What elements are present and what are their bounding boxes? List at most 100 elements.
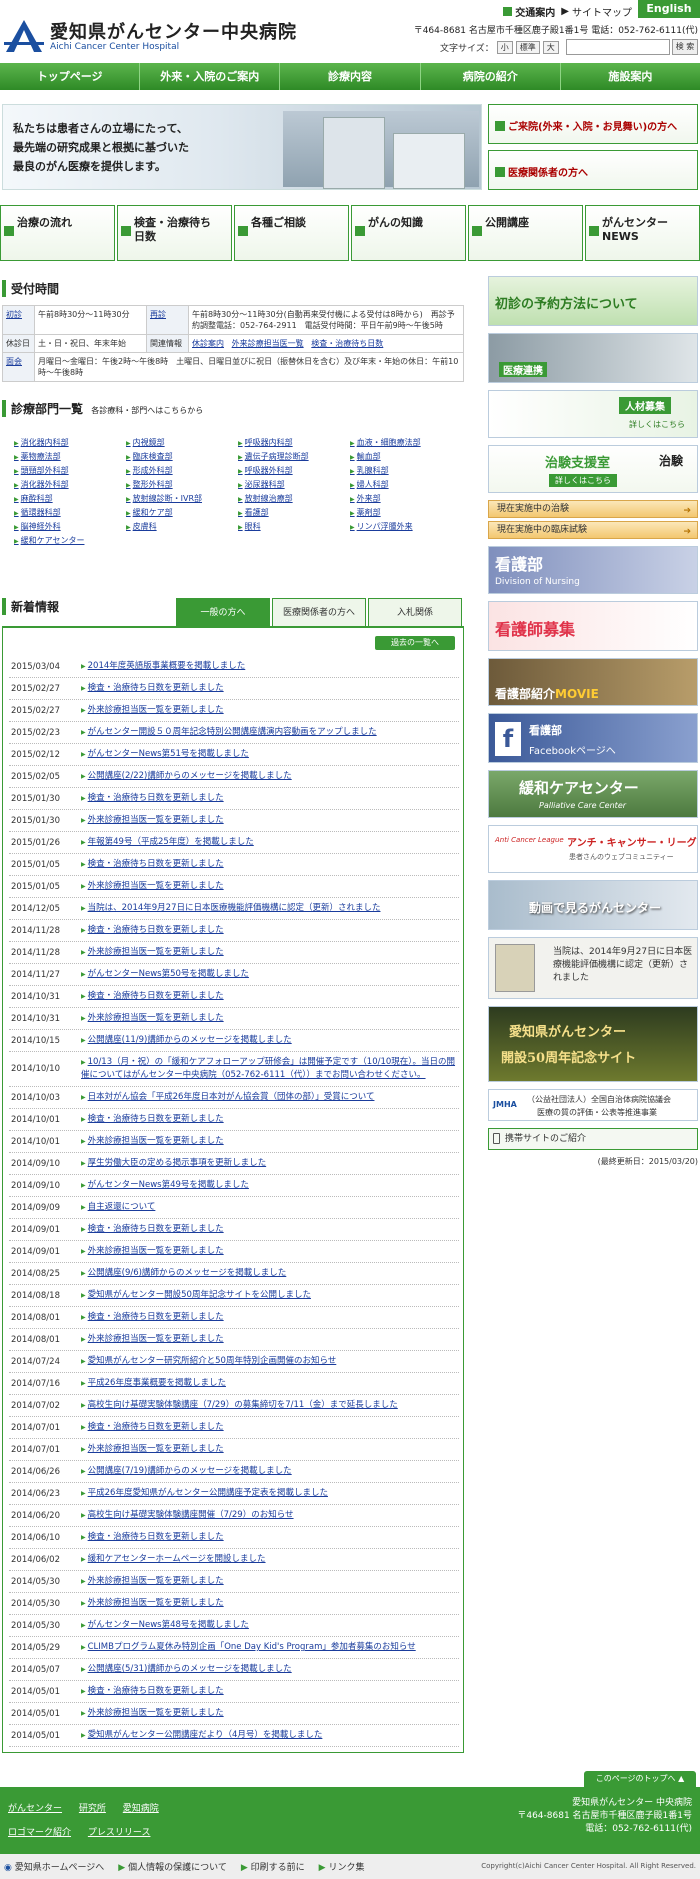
news-link[interactable]: 自主返還について	[81, 1202, 156, 1212]
department-link[interactable]: 脳神経外科	[14, 522, 61, 531]
department-link[interactable]: 呼吸器内科部	[238, 438, 293, 447]
news-link[interactable]: 愛知県がんセンター研究所紹介と50周年特別企画開催のお知らせ	[81, 1356, 337, 1366]
facebook-banner[interactable]: f 看護部 Facebookページへ	[488, 713, 698, 763]
footer-link-press[interactable]: プレスリリース	[88, 1828, 151, 1838]
news-link[interactable]: がんセンターNews第48号を掲載しました	[81, 1620, 249, 1630]
department-link[interactable]: 血液・細胞療法部	[350, 438, 421, 447]
font-size-standard-button[interactable]: 標準	[515, 41, 540, 54]
news-link[interactable]: 検査・治療待ち日数を更新しました	[81, 1224, 224, 1234]
nursing-division-banner[interactable]: 看護部 Division of Nursing	[488, 546, 698, 594]
department-link[interactable]: 内視鏡部	[126, 438, 165, 447]
clinical-trial-support-banner[interactable]: 治験支援室 治験 詳しくはこちら	[488, 445, 698, 493]
department-link[interactable]: 皮膚科	[126, 522, 157, 531]
department-link[interactable]: 臨床検査部	[126, 452, 173, 461]
news-link[interactable]: 年報第49号（平成25年度）を掲載しました	[81, 837, 254, 847]
news-link[interactable]: 検査・治療待ち日数を更新しました	[81, 1114, 224, 1124]
news-link[interactable]: 愛知県がんセンター開設50周年記念サイトを公開しました	[81, 1290, 311, 1300]
department-link[interactable]: 泌尿器科部	[238, 480, 285, 489]
tab-bidding[interactable]: 入札関係	[368, 598, 462, 626]
department-link[interactable]: 輸血部	[350, 452, 381, 461]
nav-about[interactable]: 病院の紹介	[421, 63, 561, 90]
archive-button[interactable]: 過去の一覧へ	[375, 636, 455, 650]
news-link[interactable]: 日本対がん協会「平成26年度日本対がん協会賞（団体の部）」受賞について	[81, 1092, 375, 1102]
department-link[interactable]: 麻酔科部	[14, 494, 53, 503]
tile-news[interactable]: がんセンターNEWS	[585, 205, 700, 261]
news-link[interactable]: 公開講座(5/31)講師からのメッセージを掲載しました	[81, 1664, 292, 1674]
nav-outpatient[interactable]: 外来・入院のご案内	[140, 63, 281, 90]
search-input[interactable]	[566, 39, 670, 55]
department-link[interactable]: 外来部	[350, 494, 381, 503]
department-link[interactable]: 緩和ケア部	[126, 508, 173, 517]
department-link[interactable]: 循環器科部	[14, 508, 61, 517]
doctor-schedule-link[interactable]: 外来診療担当医一覧	[232, 339, 304, 348]
news-link[interactable]: がんセンターNews第49号を掲載しました	[81, 1180, 249, 1190]
news-link[interactable]: 検査・治療待ち日数を更新しました	[81, 1312, 224, 1322]
anti-cancer-league-banner[interactable]: Anti Cancer League アンチ・キャンサー・リーグ 患者さんのウェ…	[488, 825, 698, 873]
tile-cancer-knowledge[interactable]: がんの知識	[351, 205, 466, 261]
department-link[interactable]: 婦人科部	[350, 480, 389, 489]
tab-medical[interactable]: 医療関係者の方へ	[272, 598, 366, 626]
font-size-large-button[interactable]: 大	[542, 41, 559, 54]
access-link[interactable]: 交通案内	[503, 4, 555, 19]
news-link[interactable]: 検査・治療待ち日数を更新しました	[81, 1532, 224, 1542]
mobile-site-link[interactable]: 携帯サイトのご紹介	[488, 1128, 698, 1150]
font-size-small-button[interactable]: 小	[496, 41, 513, 54]
department-link[interactable]: 遺伝子病理診断部	[238, 452, 309, 461]
news-link[interactable]: 緩和ケアセンターホームページを開設しました	[81, 1554, 266, 1564]
department-link[interactable]: 消化器外科部	[14, 480, 69, 489]
news-link[interactable]: 外来診療担当医一覧を更新しました	[81, 1334, 224, 1344]
search-button[interactable]: 検 索	[672, 39, 698, 55]
recruitment-banner[interactable]: 人材募集 詳しくはこちら	[488, 390, 698, 438]
news-link[interactable]: 外来診療担当医一覧を更新しました	[81, 947, 224, 957]
nav-facilities[interactable]: 施設案内	[561, 63, 700, 90]
visitors-button[interactable]: ご来院(外来・入院・お見舞い)の方へ	[488, 104, 698, 144]
department-link[interactable]: リンパ浮腫外来	[350, 522, 413, 531]
footer-link-print[interactable]: ▶ 印刷する前に	[241, 1860, 305, 1873]
news-link[interactable]: がんセンターNews第51号を掲載しました	[81, 749, 249, 759]
news-link[interactable]: 平成26年度事業概要を掲載しました	[81, 1378, 226, 1388]
site-logo[interactable]: 愛知県がんセンター中央病院 Aichi Cancer Center Hospit…	[4, 14, 304, 58]
nursing-movie-banner[interactable]: 看護部紹介MOVIE	[488, 658, 698, 706]
department-link[interactable]: 放射線治療部	[238, 494, 293, 503]
news-link[interactable]: 愛知県がんセンター公開講座だより（4月号）を掲載しました	[81, 1730, 323, 1740]
news-link[interactable]: 外来診療担当医一覧を更新しました	[81, 1246, 224, 1256]
department-link[interactable]: 頭頸部外科部	[14, 466, 69, 475]
footer-link-prefecture[interactable]: ◉ 愛知県ホームページへ	[4, 1860, 104, 1873]
news-link[interactable]: 当院は、2014年9月27日に日本医療機能評価機構に認定（更新）されました	[81, 903, 381, 913]
news-link[interactable]: 公開講座(9/6)講師からのメッセージを掲載しました	[81, 1268, 287, 1278]
footer-link-logo[interactable]: ロゴマーク紹介	[8, 1828, 71, 1838]
news-link[interactable]: 外来診療担当医一覧を更新しました	[81, 1598, 224, 1608]
department-link[interactable]: 看護部	[238, 508, 269, 517]
news-link[interactable]: 公開講座(11/9)講師からのメッセージを掲載しました	[81, 1035, 292, 1045]
department-link[interactable]: 放射線診断・IVR部	[126, 494, 202, 503]
medical-professionals-button[interactable]: 医療関係者の方へ	[488, 150, 698, 190]
news-link[interactable]: 検査・治療待ち日数を更新しました	[81, 859, 224, 869]
news-link[interactable]: 高校生向け基礎実験体験講座開催（7/29）のお知らせ	[81, 1510, 294, 1520]
news-link[interactable]: がんセンター開設５０周年記念特別公開講座講演内容動画をアップしました	[81, 727, 377, 737]
news-link[interactable]: がんセンターNews第50号を掲載しました	[81, 969, 249, 979]
anniversary-banner[interactable]: 愛知県がんセンター 開設50周年記念サイト	[488, 1006, 698, 1082]
footer-link-privacy[interactable]: ▶ 個人情報の保護について	[118, 1860, 227, 1873]
wait-days-link[interactable]: 検査・治療待ち日数	[311, 339, 383, 348]
news-link[interactable]: 平成26年度愛知県がんセンター公開講座予定表を掲載しました	[81, 1488, 328, 1498]
footer-link-links[interactable]: ▶ リンク集	[319, 1860, 365, 1873]
medical-cooperation-banner[interactable]: 医療連携	[488, 333, 698, 383]
news-link[interactable]: 検査・治療待ち日数を更新しました	[81, 683, 224, 693]
closure-notice-link[interactable]: 休診案内	[192, 339, 224, 348]
current-clinical-studies-link[interactable]: 現在実施中の臨床試験 ➔	[488, 521, 698, 539]
footer-link-aichi-hospital[interactable]: 愛知病院	[123, 1804, 159, 1814]
nav-top[interactable]: トップページ	[0, 63, 141, 90]
department-link[interactable]: 乳腺科部	[350, 466, 389, 475]
nav-treatment[interactable]: 診療内容	[280, 63, 421, 90]
news-link[interactable]: 外来診療担当医一覧を更新しました	[81, 815, 224, 825]
news-link[interactable]: 検査・治療待ち日数を更新しました	[81, 925, 224, 935]
page-top-button[interactable]: このページのトップへ ▲	[584, 1771, 696, 1787]
footer-link-research[interactable]: 研究所	[79, 1804, 106, 1814]
news-link[interactable]: 検査・治療待ち日数を更新しました	[81, 1686, 224, 1696]
footer-link-cancer-center[interactable]: がんセンター	[8, 1804, 62, 1814]
news-link[interactable]: 検査・治療待ち日数を更新しました	[81, 991, 224, 1001]
news-link[interactable]: 外来診療担当医一覧を更新しました	[81, 1708, 224, 1718]
tile-wait-days[interactable]: 検査・治療待ち日数	[117, 205, 232, 261]
department-link[interactable]: 消化器内科部	[14, 438, 69, 447]
news-link[interactable]: 外来診療担当医一覧を更新しました	[81, 705, 224, 715]
